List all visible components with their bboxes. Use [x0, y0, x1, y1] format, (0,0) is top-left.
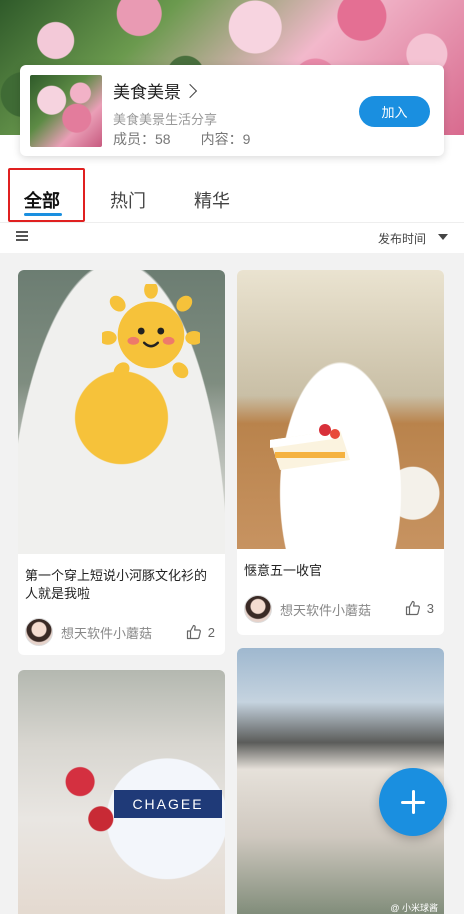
tab-all-highlight-box [8, 168, 85, 222]
post-card[interactable]: 第一个穿上短说小河豚文化衫的人就是我啦 想天软件小蘑菇 2 [18, 270, 225, 655]
avatar [25, 618, 53, 646]
cup-brand-text: CHAGEE [114, 790, 222, 818]
post-title: 第一个穿上短说小河豚文化衫的人就是我啦 [25, 568, 208, 601]
post-title: 惬意五一收官 [244, 563, 323, 578]
sun-sticker-icon [102, 284, 200, 379]
tab-featured[interactable]: 精华 [194, 187, 230, 213]
chevron-right-icon [182, 83, 198, 98]
sort-dropdown-label[interactable]: 发布时间 [378, 230, 426, 247]
post-image [18, 270, 225, 554]
post-author[interactable]: 想天软件小蘑菇 [25, 618, 152, 646]
post-card[interactable]: 惬意五一收官 想天软件小蘑菇 3 [237, 270, 444, 635]
plus-icon-vertical [411, 790, 415, 814]
tab-hot[interactable]: 热门 [110, 187, 146, 213]
author-name: 想天软件小蘑菇 [61, 625, 153, 641]
thumbs-up-icon [405, 600, 420, 616]
group-description: 美食美景生活分享 [113, 112, 218, 127]
post-image: CHAGEE [18, 670, 225, 914]
thumbs-up-icon [186, 624, 201, 640]
like-button[interactable]: 2 [186, 624, 215, 640]
post-card[interactable]: CHAGEE [18, 670, 225, 914]
post-image [237, 270, 444, 549]
list-icon[interactable] [16, 231, 28, 241]
group-title: 美食美景 [113, 83, 181, 102]
cake-illustration [270, 424, 350, 470]
create-post-button[interactable] [379, 768, 447, 836]
caret-down-icon[interactable] [438, 234, 448, 240]
join-button[interactable]: 加入 [359, 96, 430, 127]
avatar [244, 595, 272, 623]
members-count: 成员：58 [113, 131, 171, 147]
group-avatar [30, 75, 102, 147]
author-name: 想天软件小蘑菇 [280, 602, 372, 618]
post-author[interactable]: 想天软件小蘑菇 [244, 595, 371, 623]
like-count: 3 [426, 600, 434, 616]
like-count: 2 [207, 624, 215, 640]
like-button[interactable]: 3 [405, 600, 434, 616]
sort-bar: 发布时间 [0, 223, 464, 253]
group-stats: 成员：58 内容：9 [113, 129, 250, 149]
content-count: 内容：9 [200, 131, 251, 147]
image-watermark: @ 小米球酱 [390, 903, 438, 913]
group-title-link[interactable]: 美食美景 [113, 78, 198, 103]
group-info-card: 美食美景 美食美景生活分享 成员：58 内容：9 加入 [20, 65, 444, 156]
